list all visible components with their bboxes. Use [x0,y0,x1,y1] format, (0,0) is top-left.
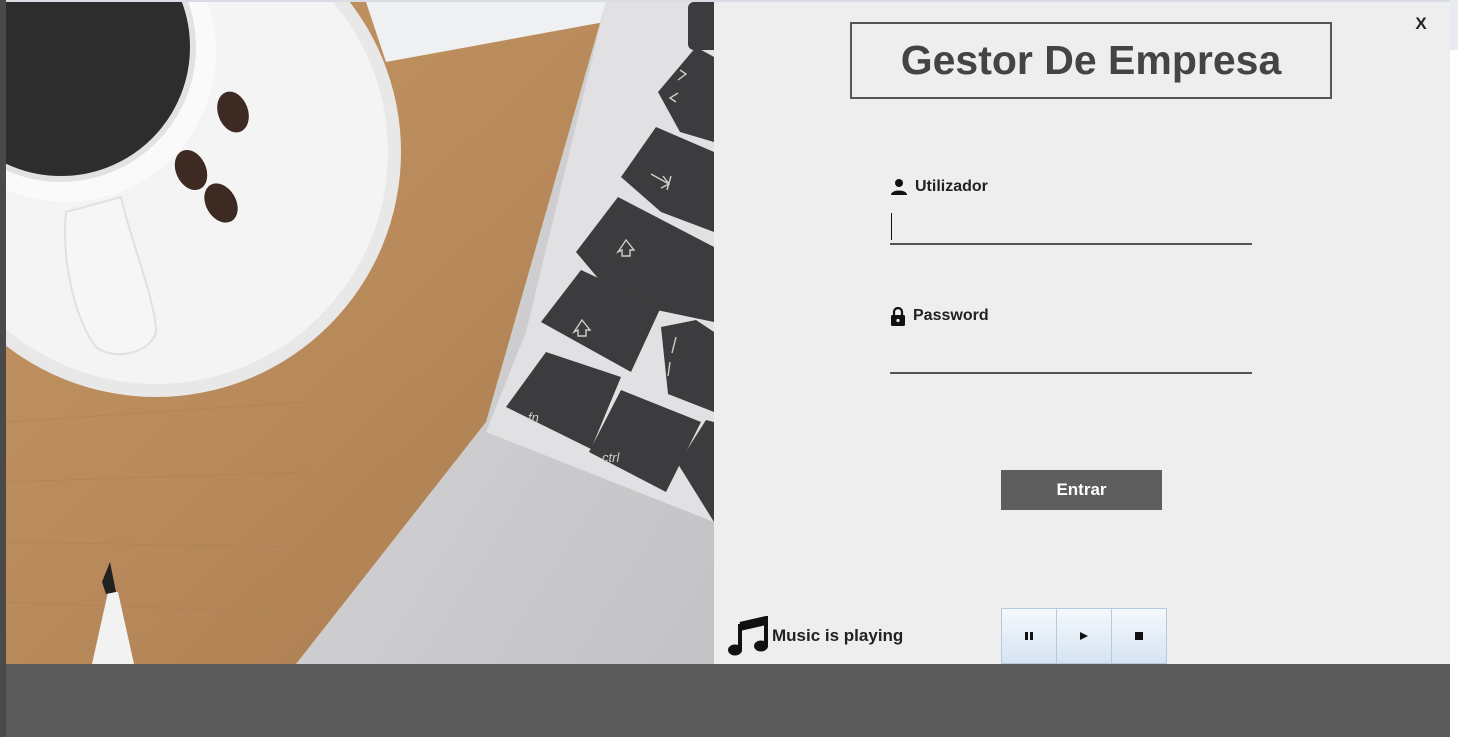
close-button[interactable]: X [1411,12,1431,36]
svg-text:ctrl: ctrl [602,450,620,465]
username-input[interactable] [890,211,1252,245]
user-icon [891,179,907,195]
stop-icon [1135,632,1143,640]
username-label-text: Utilizador [915,178,988,195]
window-right-edge [1450,0,1458,737]
entrar-button[interactable]: Entrar [1001,470,1162,510]
music-status-text: Music is playing [772,626,904,645]
password-input[interactable] [890,340,1252,374]
username-label: Utilizador [890,175,988,199]
pause-button[interactable] [1001,608,1057,664]
lock-icon [891,306,905,326]
play-icon [1080,632,1088,640]
stop-button[interactable] [1111,608,1167,664]
text-caret [891,213,892,240]
background-photo: fn ctrl [6,2,714,664]
music-note-icon [728,616,768,656]
music-status: Music is playing [728,614,903,658]
music-controls [1001,608,1167,664]
password-label: Password [890,304,989,328]
pause-icon [1025,632,1033,640]
password-label-text: Password [913,307,989,324]
app-title: Gestor De Empresa [850,22,1332,99]
window-right-edge-top [1450,0,1458,50]
login-panel: X Gestor De Empresa Utilizador Password … [714,2,1450,664]
svg-text:fn: fn [528,410,539,425]
play-button[interactable] [1056,608,1112,664]
